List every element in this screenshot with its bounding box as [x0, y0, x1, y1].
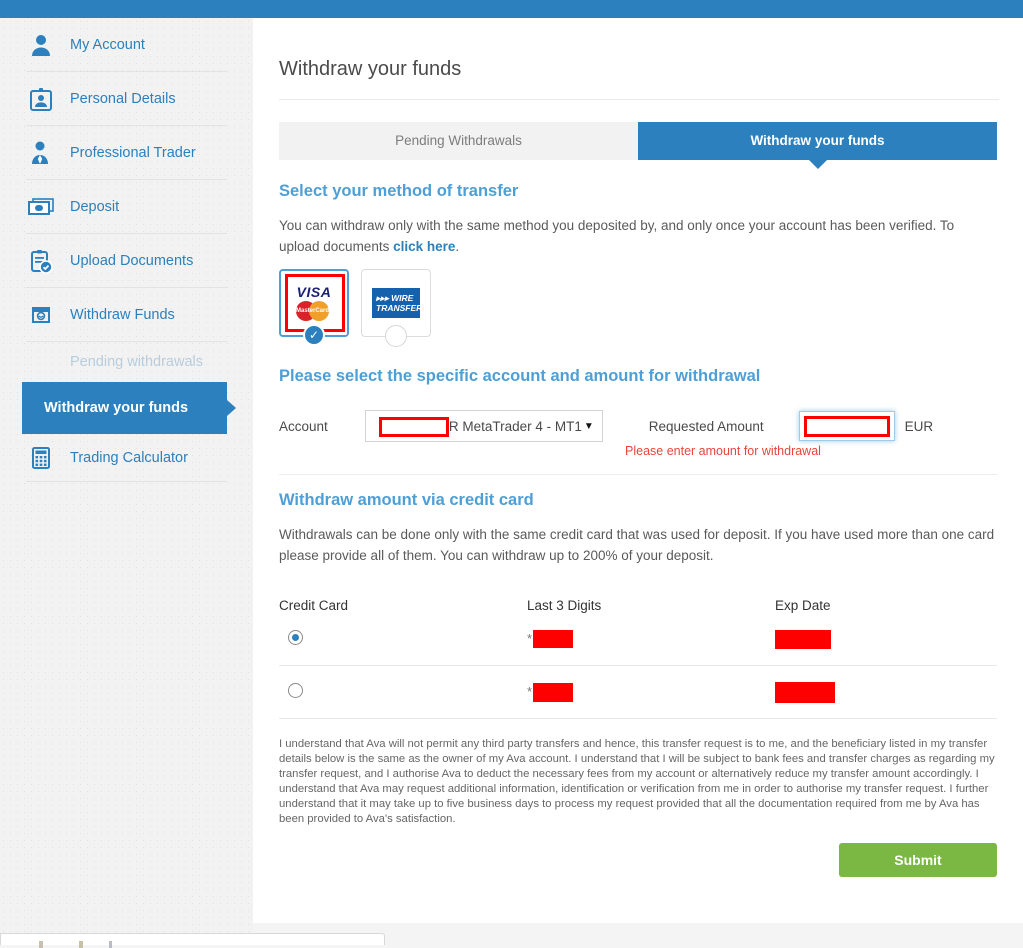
redaction-block-last3: [533, 630, 573, 648]
redaction-overlay-account: [379, 417, 449, 437]
tab-label: Pending Withdrawals: [395, 133, 522, 148]
credit-card-table-header: Credit Card Last 3 Digits Exp Date: [279, 598, 997, 613]
browser-download-bar[interactable]: [0, 933, 385, 945]
redaction-block-exp: [775, 630, 831, 649]
credit-card-cell: [279, 683, 527, 701]
column-header-last-3-digits: Last 3 Digits: [527, 598, 775, 613]
sidebar-item-upload-documents[interactable]: Upload Documents: [26, 234, 227, 288]
wire-transfer-logo: ▸▸▸ WIRE TRANSFER: [372, 288, 420, 318]
sidebar-item-withdraw-funds[interactable]: Withdraw Funds: [26, 288, 227, 342]
column-header-exp-date: Exp Date: [775, 598, 997, 613]
table-row[interactable]: *: [279, 666, 997, 719]
wire-logo-line1: ▸▸▸ WIRE: [376, 293, 416, 303]
account-section-heading: Please select the specific account and a…: [279, 367, 997, 386]
transfer-method-heading: Select your method of transfer: [279, 182, 997, 201]
account-label: Account: [279, 419, 328, 434]
payment-method-visa-mastercard[interactable]: VISA MasterCard ✓: [279, 269, 349, 337]
page-title: Withdraw your funds: [253, 31, 1023, 81]
last-3-digits-cell: *: [527, 630, 775, 648]
sidebar-item-deposit[interactable]: Deposit: [26, 180, 227, 234]
amount-error-message: Please enter amount for withdrawal: [625, 444, 821, 458]
sidebar-item-personal-details[interactable]: Personal Details: [26, 72, 227, 126]
tab-label: Withdraw your funds: [750, 133, 884, 148]
sidebar-item-pending-withdrawals[interactable]: Pending withdrawals: [26, 342, 227, 382]
masked-prefix: *: [527, 631, 532, 646]
click-here-link[interactable]: click here: [393, 239, 455, 254]
redaction-block-last3: [533, 683, 573, 702]
transfer-method-description: You can withdraw only with the same meth…: [279, 215, 997, 257]
exp-date-cell: [775, 682, 997, 703]
method-radio[interactable]: [385, 325, 407, 347]
sidebar-item-label: Upload Documents: [70, 253, 193, 269]
sidebar-item-label: Professional Trader: [70, 145, 196, 161]
sidebar-item-withdraw-your-funds[interactable]: Withdraw your funds: [22, 382, 227, 434]
sidebar-item-my-account[interactable]: My Account: [26, 18, 227, 72]
sidebar-item-trading-calculator[interactable]: Trading Calculator: [26, 434, 227, 482]
credit-card-cell: [279, 630, 527, 648]
tab-withdraw-your-funds[interactable]: Withdraw your funds: [638, 122, 997, 160]
calculator-icon: [26, 443, 56, 473]
account-select[interactable]: EUR MetaTrader 4 - MT1 ▼: [365, 410, 603, 442]
credit-card-radio[interactable]: [288, 630, 303, 645]
tab-pending-withdrawals[interactable]: Pending Withdrawals: [279, 122, 638, 160]
top-blue-bar: [0, 0, 1023, 18]
sidebar: My Account Personal Details Professional…: [0, 18, 253, 933]
sidebar-subitem-label: Pending withdrawals: [70, 354, 203, 370]
description-text-part2: .: [455, 239, 459, 254]
sidebar-item-professional-trader[interactable]: Professional Trader: [26, 126, 227, 180]
account-select-value: EUR MetaTrader 4 - MT1: [430, 419, 582, 434]
credit-card-description: Withdrawals can be done only with the sa…: [279, 524, 997, 566]
amount-group: Requested Amount EUR: [649, 411, 933, 441]
businessman-icon: [26, 138, 56, 168]
main-panel: Withdraw your funds Pending Withdrawals …: [253, 18, 1023, 923]
id-card-icon: [26, 84, 56, 114]
submit-button[interactable]: Submit: [839, 843, 997, 877]
sidebar-item-label: Withdraw Funds: [70, 307, 175, 323]
requested-amount-label: Requested Amount: [649, 419, 764, 434]
banknotes-icon: [26, 192, 56, 222]
credit-card-section-heading: Withdraw amount via credit card: [279, 491, 997, 510]
currency-label: EUR: [905, 419, 934, 434]
last-3-digits-cell: *: [527, 683, 775, 702]
page-shell: My Account Personal Details Professional…: [0, 18, 1023, 945]
redaction-block-exp: [775, 682, 835, 703]
description-text-part1: You can withdraw only with the same meth…: [279, 218, 954, 254]
sidebar-nav-list: My Account Personal Details Professional…: [0, 18, 253, 342]
sidebar-item-label: Personal Details: [70, 91, 176, 107]
masked-prefix: *: [527, 684, 532, 699]
sidebar-item-label: Deposit: [70, 199, 119, 215]
credit-card-radio[interactable]: [288, 683, 303, 698]
wire-logo-line2: TRANSFER: [376, 303, 416, 313]
column-header-credit-card: Credit Card: [279, 598, 527, 613]
clipboard-check-icon: [26, 246, 56, 276]
sidebar-active-label: Withdraw your funds: [44, 400, 188, 417]
requested-amount-input[interactable]: [799, 411, 895, 441]
atm-withdraw-icon: [26, 300, 56, 330]
tab-bar: Pending Withdrawals Withdraw your funds: [279, 122, 997, 160]
payment-method-wire-transfer[interactable]: ▸▸▸ WIRE TRANSFER: [361, 269, 431, 337]
submit-row: Submit: [279, 843, 997, 877]
sidebar-item-label: My Account: [70, 37, 145, 53]
exp-date-cell: [775, 630, 997, 649]
table-row[interactable]: *: [279, 613, 997, 666]
user-icon: [26, 30, 56, 60]
method-selected-check-icon: ✓: [303, 324, 325, 346]
payment-method-list: VISA MasterCard ✓ ▸▸▸ WIRE TRANSFER: [279, 269, 997, 337]
account-amount-row: Account EUR MetaTrader 4 - MT1 ▼ Request…: [279, 410, 997, 442]
redaction-overlay-amount: [804, 416, 890, 437]
title-divider: [279, 99, 999, 100]
section-divider: [279, 474, 997, 475]
sidebar-item-label: Trading Calculator: [70, 450, 188, 466]
chevron-down-icon: ▼: [584, 421, 594, 432]
legal-disclaimer: I understand that Ava will not permit an…: [279, 737, 997, 827]
